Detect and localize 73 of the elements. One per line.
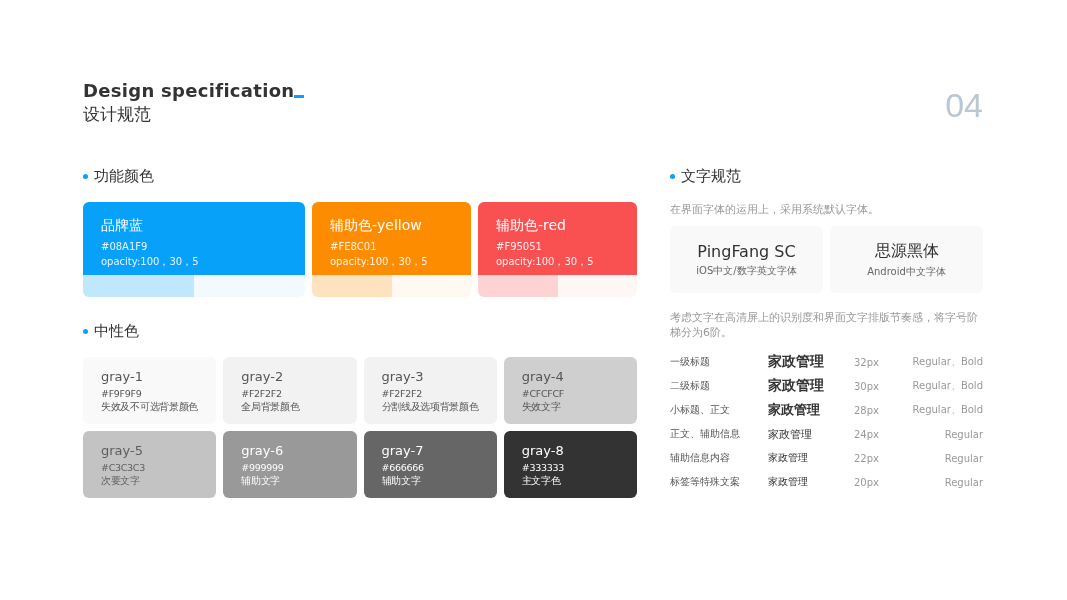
type-sample: 家政管理: [768, 451, 808, 465]
color-hex: #666666: [381, 461, 425, 474]
font-name: PingFang SC: [697, 241, 796, 261]
type-weights: Regular: [944, 452, 983, 464]
type-weights: Regular、Bold: [912, 355, 983, 369]
type-size: 24px: [854, 428, 880, 440]
color-name: gray-5: [101, 443, 144, 458]
scale-note: 考虑文字在高清屏上的识别度和界面文字排版节奏感，将字号阶梯分为6阶。: [670, 310, 979, 340]
color-usage: 次要文字: [101, 474, 141, 487]
font-name: 思源黑体: [874, 240, 939, 262]
color-hex: #C3C3C3: [101, 461, 146, 474]
color-usage: 分割线及选项背景颜色: [381, 400, 479, 413]
color-usage: 辅助文字: [241, 474, 282, 487]
color-usage: 主文字色: [521, 474, 562, 487]
type-sample: 家政管理: [768, 353, 824, 371]
bullet-icon: [83, 173, 88, 179]
color-usage: 失效文字: [521, 400, 562, 413]
type-sample: 家政管理: [768, 401, 820, 419]
color-hex: #FE8C01: [330, 240, 378, 254]
font-note: Android中文字体: [867, 264, 946, 279]
color-hex: #F2F2F2: [241, 387, 283, 400]
bullet-icon: [83, 328, 88, 334]
color-name: gray-2: [241, 369, 285, 384]
type-level-label: 标签等特殊文案: [670, 475, 741, 489]
type-weights: Regular、Bold: [912, 403, 983, 417]
type-level-label: 二级标题: [670, 379, 711, 393]
type-level-label: 辅助信息内容: [670, 451, 731, 465]
section-heading: 中性色: [94, 321, 139, 341]
type-weights: Regular: [944, 428, 983, 440]
section-heading: 文字规范: [681, 166, 741, 186]
color-hex: #F9F9F9: [101, 387, 143, 400]
type-size: 20px: [854, 476, 880, 488]
color-hex: #333333: [521, 461, 565, 474]
type-level-label: 小标题、正文: [670, 403, 731, 417]
color-name: gray-7: [381, 443, 425, 458]
color-name: gray-4: [521, 369, 565, 384]
color-name: 品牌蓝: [101, 217, 144, 235]
color-opacity: opacity:100，30，5: [101, 255, 200, 269]
color-name: gray-1: [101, 369, 144, 384]
color-hex: #CFCFCF: [521, 387, 565, 400]
color-hex: #F2F2F2: [381, 387, 423, 400]
type-size: 32px: [854, 356, 880, 368]
font-note: iOS中文/数字英文字体: [696, 263, 797, 278]
page-number: 04: [945, 86, 983, 125]
color-usage: 失效及不可选背景颜色: [101, 400, 199, 413]
color-name: gray-8: [521, 443, 565, 458]
title-underline: [294, 95, 305, 98]
type-sample: 家政管理: [768, 377, 824, 395]
type-sample: 家政管理: [768, 475, 808, 489]
page-subtitle: 设计规范: [83, 103, 152, 126]
type-weights: Regular: [944, 476, 983, 488]
type-size: 22px: [854, 452, 880, 464]
color-name: 辅助色-red: [496, 217, 567, 235]
type-weights: Regular、Bold: [912, 379, 983, 393]
bullet-icon: [670, 173, 675, 179]
color-usage: 全局背景颜色: [241, 400, 301, 413]
color-name: gray-6: [241, 443, 285, 458]
intro-text: 在界面字体的运用上，采用系统默认字体。: [670, 202, 880, 217]
type-level-label: 一级标题: [670, 355, 711, 369]
page-title: Design specification: [83, 80, 295, 101]
type-size: 28px: [854, 404, 880, 416]
color-hex: #F95051: [496, 240, 543, 254]
color-usage: 辅助文字: [381, 474, 422, 487]
color-opacity: opacity:100，30，5: [330, 255, 429, 269]
color-hex: #08A1F9: [101, 240, 149, 254]
color-name: gray-3: [381, 369, 425, 384]
color-opacity: opacity:100，30，5: [496, 255, 595, 269]
type-size: 30px: [854, 380, 880, 392]
type-level-label: 正文、辅助信息: [670, 427, 741, 441]
color-name: 辅助色-yellow: [330, 217, 423, 235]
section-heading: 功能颜色: [94, 166, 154, 186]
color-hex: #999999: [241, 461, 285, 474]
type-sample: 家政管理: [768, 426, 812, 442]
